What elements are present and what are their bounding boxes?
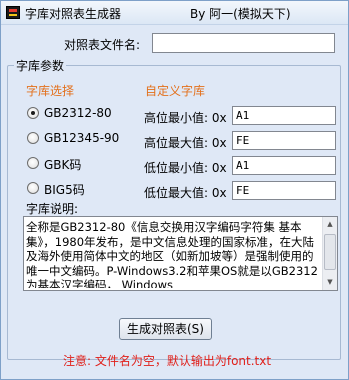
high-min-label: 高位最小值: 0x — [144, 111, 227, 125]
generate-button[interactable]: 生成对照表(S) — [119, 318, 212, 340]
group-title: 字库参数 — [14, 57, 67, 74]
file-name-input[interactable] — [152, 33, 335, 53]
vertical-scrollbar[interactable]: ▲ ▼ — [322, 217, 337, 290]
low-max-label: 低位最大值: 0x — [144, 186, 227, 200]
scroll-down-icon[interactable]: ▼ — [323, 275, 337, 290]
title-bar[interactable]: 字库对照表生成器 By 阿一(模拟天下) — [1, 1, 348, 25]
window-author: By 阿一(模拟天下) — [190, 7, 291, 21]
description-textarea[interactable]: 全称是GB2312-80《信息交换用汉字编码字符集 基本集》，1980年发布，是… — [23, 216, 338, 291]
radio-label: BIG5码 — [44, 183, 85, 197]
radio-button[interactable] — [27, 132, 39, 144]
radio-button[interactable] — [27, 157, 39, 169]
custom-charset-header: 自定义字库 — [145, 84, 206, 98]
description-text: 全称是GB2312-80《信息交换用汉字编码字符集 基本集》，1980年发布，是… — [26, 220, 318, 288]
radio-label: GB12345-90 — [44, 131, 120, 145]
radio-label: GB2312-80 — [44, 106, 112, 120]
scroll-up-icon[interactable]: ▲ — [323, 217, 337, 232]
radio-button[interactable] — [27, 107, 39, 119]
window-title: 字库对照表生成器 — [25, 7, 122, 21]
app-icon — [6, 6, 20, 19]
low-min-input[interactable]: A1 — [232, 156, 336, 175]
charset-select-header: 字库选择 — [26, 84, 75, 98]
high-max-input[interactable]: FE — [232, 131, 336, 150]
low-max-input[interactable]: FE — [232, 181, 336, 200]
radio-button[interactable] — [27, 182, 39, 194]
app-window: 字库对照表生成器 By 阿一(模拟天下) 对照表文件名: 字库参数 字库选择 自… — [0, 0, 349, 380]
high-max-label: 高位最大值: 0x — [144, 136, 227, 150]
file-name-label: 对照表文件名: — [64, 38, 141, 52]
description-label: 字库说明: — [26, 202, 79, 216]
high-min-input[interactable]: A1 — [232, 106, 336, 125]
output-notice: 注意: 文件名为空，默认输出为font.txt — [63, 354, 272, 368]
radio-label: GBK码 — [44, 158, 82, 172]
scroll-thumb[interactable] — [324, 234, 336, 270]
low-min-label: 低位最小值: 0x — [144, 161, 227, 175]
